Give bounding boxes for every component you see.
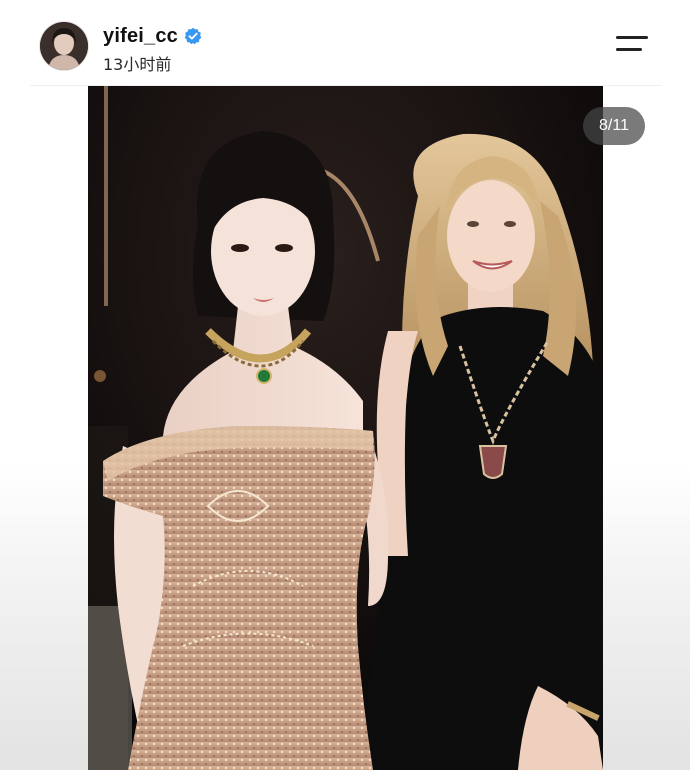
username[interactable]: yifei_cc (103, 25, 178, 48)
username-row: yifei_cc (103, 24, 202, 48)
post-timestamp: 13小时前 (103, 55, 172, 74)
post-photo[interactable] (88, 86, 603, 770)
post-header: yifei_cc 13小时前 (0, 0, 690, 86)
page-counter-badge: 8/11 (583, 107, 645, 145)
avatar[interactable] (40, 22, 88, 70)
post-screen: yifei_cc 13小时前 8/11 (0, 0, 690, 770)
verified-badge-icon (184, 27, 202, 45)
menu-button[interactable] (612, 30, 652, 60)
menu-icon-bar (616, 48, 642, 51)
side-panel-right (603, 86, 690, 770)
side-panel-left (0, 86, 88, 770)
menu-icon (616, 36, 648, 39)
